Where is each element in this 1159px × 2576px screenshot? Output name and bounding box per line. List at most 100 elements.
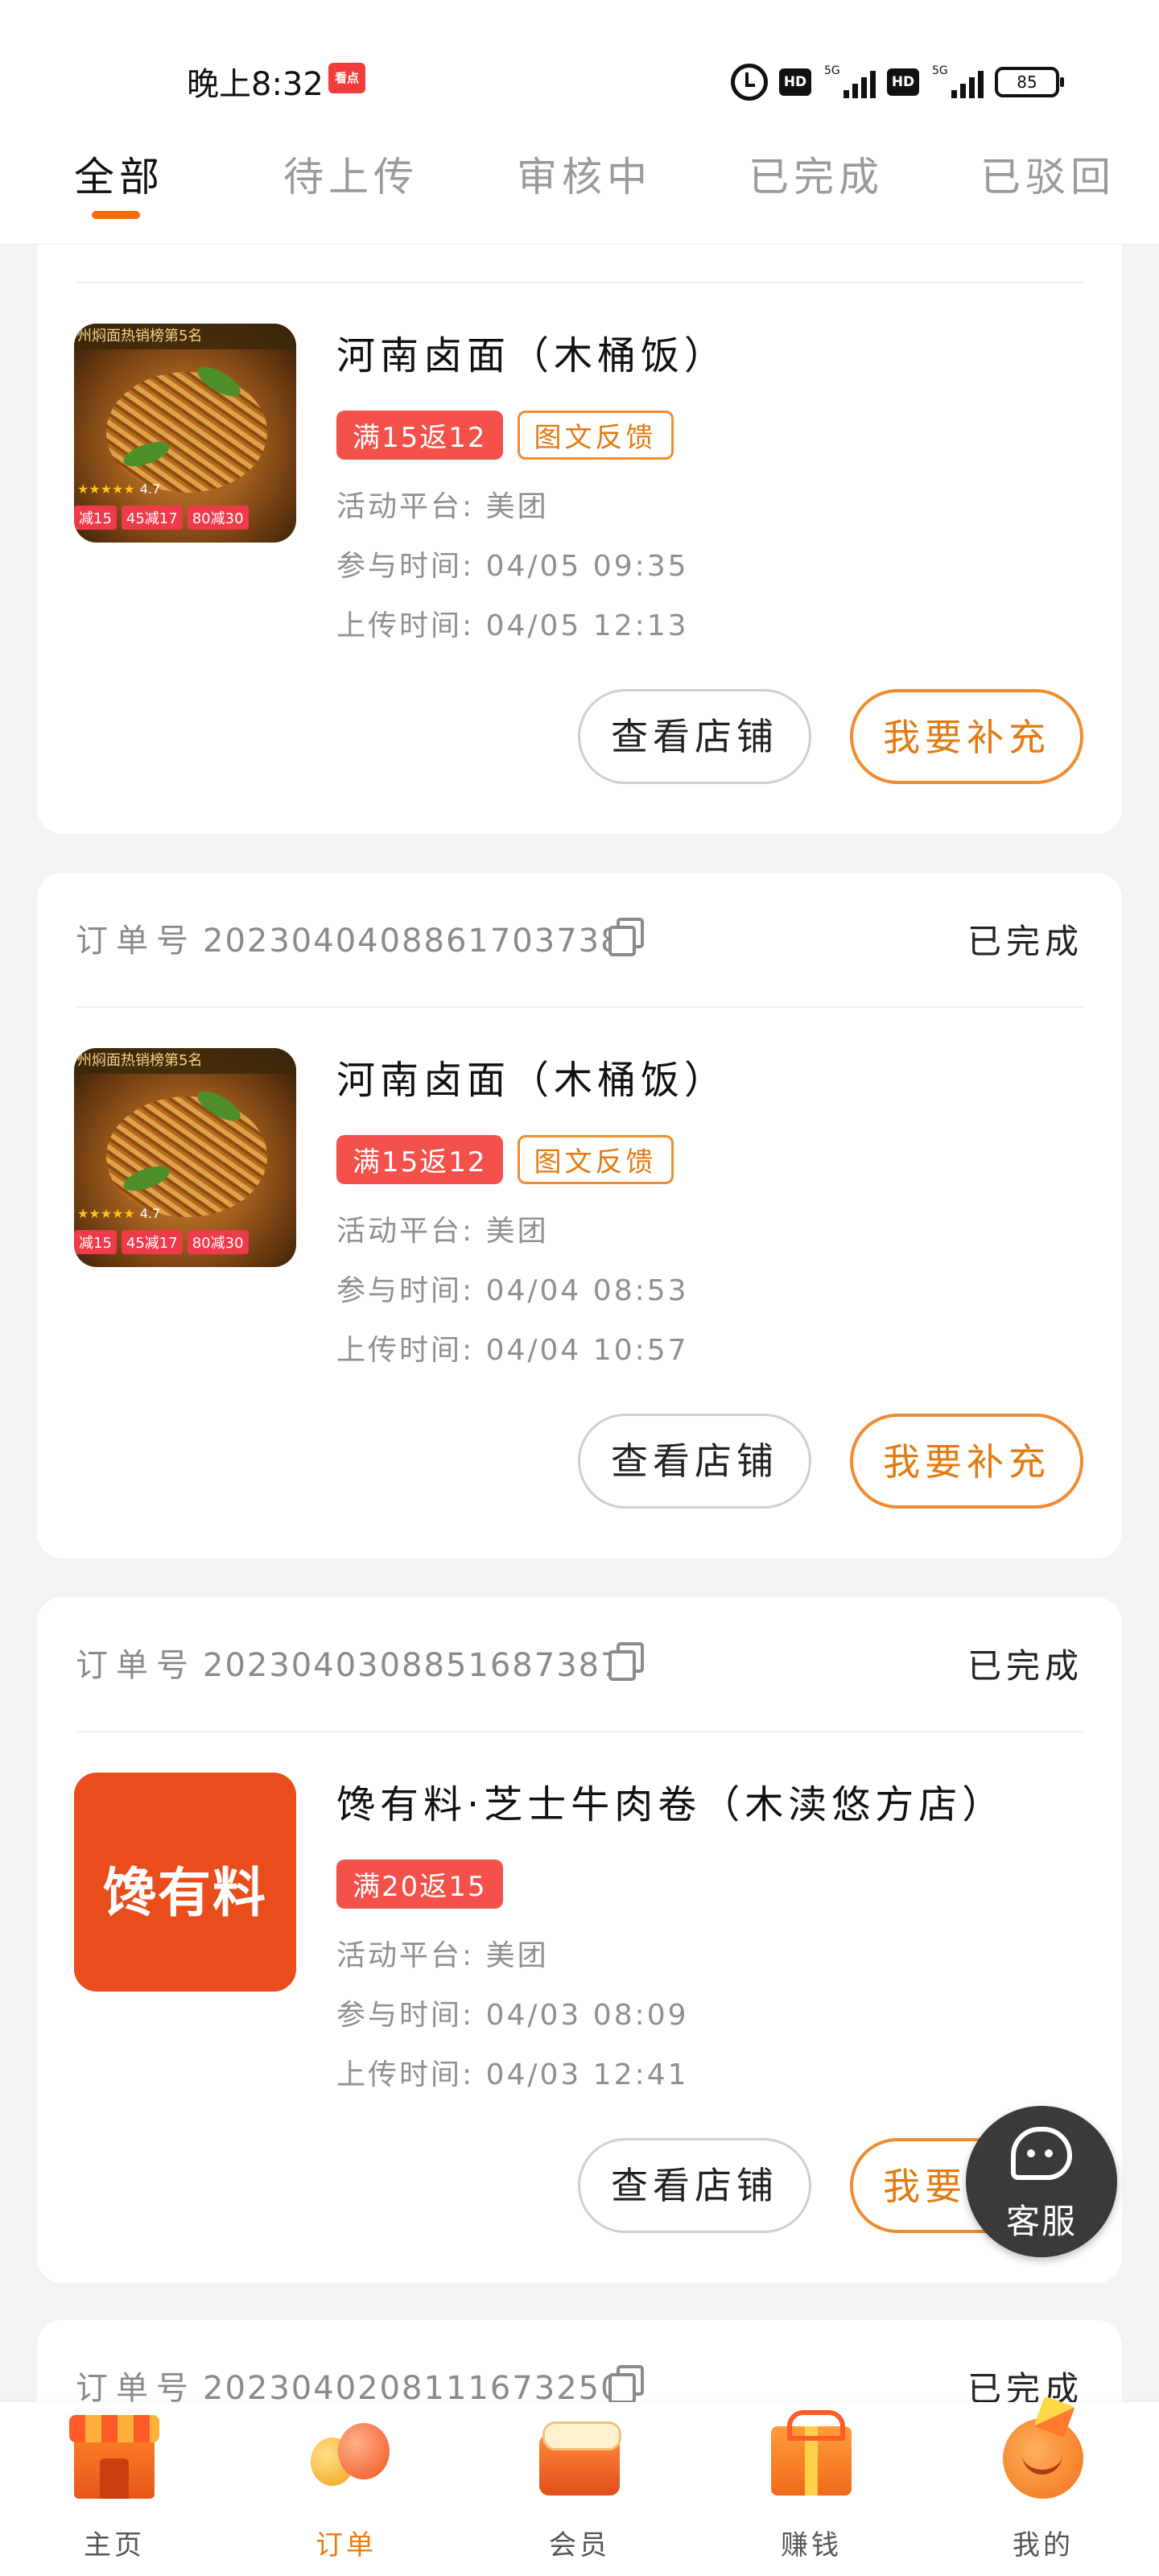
nav-earn[interactable]: 赚钱 — [747, 2402, 876, 2576]
card-divider — [76, 1006, 1083, 1008]
promo-badge: 45减17 — [121, 506, 183, 530]
platform-line: 活动平台: 美团 — [336, 1932, 549, 1974]
card-divider — [76, 1731, 1083, 1732]
brand-logo-text: 馋有料 — [103, 1862, 267, 1924]
view-store-button[interactable]: 查看店铺 — [578, 2138, 811, 2233]
shop-name[interactable]: 河南卤面（木桶饭） — [336, 1048, 728, 1104]
upload-time-label: 上传时间: — [336, 2058, 475, 2091]
order-number-value: 2023040308851687387 — [203, 1647, 623, 1684]
promo-badge: 减15 — [74, 506, 117, 530]
rating-value: 4.7 — [139, 1206, 161, 1221]
nav-label: 主页 — [84, 2529, 145, 2562]
app-notification-icon: 看点 — [328, 63, 365, 93]
join-time-label: 参与时间: — [336, 550, 475, 583]
rating-stars: ★★★★★ 4.7 — [77, 481, 161, 497]
supplement-button[interactable]: 我要补充 — [850, 689, 1083, 784]
rating-value: 4.7 — [139, 481, 161, 497]
supplement-button[interactable]: 我要补充 — [850, 1414, 1083, 1509]
platform-line: 活动平台: 美团 — [336, 1208, 549, 1249]
copy-icon[interactable] — [608, 1642, 644, 1681]
rank-banner: 州焖面热销榜第5名 — [74, 1048, 296, 1074]
promo-badge: 80减30 — [187, 506, 249, 530]
order-number-label: 订单号 — [76, 923, 196, 960]
order-number: 订单号 2023040308851687387 — [76, 1639, 623, 1686]
customer-service-button[interactable]: 客服 — [966, 2106, 1117, 2257]
tab-rejected[interactable]: 已驳回 — [980, 145, 1116, 203]
top-bar: 晚上8:32 看点 HD 5G HD 5G 85 全部 待上传 审核中 已完成 … — [0, 0, 1159, 245]
join-time-value: 04/04 08:53 — [485, 1274, 689, 1307]
join-time-value: 04/03 08:09 — [485, 1999, 689, 2032]
reward-tags: 满20返15 — [336, 1860, 503, 1909]
shop-name[interactable]: 河南卤面（木桶饭） — [336, 324, 728, 380]
view-store-button[interactable]: 查看店铺 — [578, 1414, 811, 1509]
platform-label: 活动平台: — [336, 490, 475, 523]
card-divider — [76, 282, 1083, 283]
shop-name[interactable]: 馋有料·芝士牛肉卷（木渎悠方店） — [336, 1773, 1005, 1829]
promo-badge: 减15 — [74, 1230, 117, 1254]
shop-thumbnail[interactable]: 馋有料 — [74, 1773, 296, 1992]
party-face-icon — [1003, 2418, 1083, 2499]
platform-label: 活动平台: — [336, 1939, 475, 1972]
tab-all[interactable]: 全部 — [74, 145, 164, 203]
battery-icon: 85 — [995, 67, 1064, 97]
bottom-navigation: 主页 订单 会员 赚钱 我的 — [0, 2402, 1159, 2576]
tab-completed[interactable]: 已完成 — [749, 145, 884, 203]
reward-tags: 满15返12 图文反馈 — [336, 1135, 674, 1184]
order-status: 已完成 — [967, 1646, 1083, 1686]
cake-icon — [539, 2421, 621, 2496]
tab-pending-upload[interactable]: 待上传 — [283, 145, 419, 203]
join-time-line: 参与时间: 04/04 08:53 — [336, 1267, 689, 1309]
shop-thumbnail[interactable]: 州焖面热销榜第5名 ★★★★★ 4.7 减15 45减17 80减30 — [74, 1048, 296, 1267]
network-type-label: 5G — [824, 64, 840, 77]
view-store-button[interactable]: 查看店铺 — [578, 689, 811, 784]
order-card: 订单号 2023040408861703738 已完成 州焖面热销榜第5名 ★★★… — [37, 873, 1122, 1558]
promo-badges: 减15 45减17 80减30 — [74, 506, 249, 530]
rebate-tag: 满15返12 — [336, 411, 503, 460]
rebate-tag: 满20返15 — [336, 1860, 503, 1909]
rank-banner: 州焖面热销榜第5名 — [74, 324, 296, 349]
chat-face-icon — [1011, 2127, 1072, 2180]
network-type-label: 5G — [932, 64, 948, 77]
nav-home[interactable]: 主页 — [50, 2402, 179, 2576]
rebate-tag: 满15返12 — [336, 1135, 503, 1184]
upload-time-line: 上传时间: 04/03 12:41 — [336, 2051, 689, 2093]
copy-icon[interactable] — [608, 2365, 644, 2404]
storefront-icon — [69, 2415, 159, 2499]
upload-time-value: 04/04 10:57 — [485, 1334, 689, 1367]
nav-label: 赚钱 — [781, 2529, 842, 2562]
join-time-value: 04/05 09:35 — [485, 550, 689, 583]
feedback-type-tag: 图文反馈 — [517, 1135, 674, 1184]
tab-under-review[interactable]: 审核中 — [517, 145, 652, 203]
upload-time-line: 上传时间: 04/04 10:57 — [336, 1327, 689, 1368]
shop-thumbnail[interactable]: 州焖面热销榜第5名 ★★★★★ 4.7 减15 45减17 80减30 — [74, 324, 296, 543]
promo-badges: 减15 45减17 80减30 — [74, 1230, 249, 1254]
status-time: 晚上8:32 — [187, 66, 324, 103]
join-time-label: 参与时间: — [336, 1999, 475, 2032]
signal-icon: 5G — [930, 64, 984, 98]
upload-time-value: 04/03 12:41 — [485, 2058, 689, 2091]
order-number-value: 2023040408861703738 — [203, 923, 623, 960]
feedback-type-tag: 图文反馈 — [517, 411, 674, 460]
nav-profile[interactable]: 我的 — [979, 2402, 1107, 2576]
order-status: 已完成 — [967, 922, 1083, 961]
platform-line: 活动平台: 美团 — [336, 483, 549, 525]
nav-label: 会员 — [549, 2529, 610, 2562]
status-bar: 晚上8:32 看点 HD 5G HD 5G 85 — [0, 50, 1159, 114]
alarm-icon — [731, 64, 768, 101]
upload-time-value: 04/05 12:13 — [485, 609, 689, 642]
upload-time-line: 上传时间: 04/05 12:13 — [336, 602, 689, 644]
order-card: 州焖面热销榜第5名 ★★★★★ 4.7 减15 45减17 80减30 河南卤面（… — [37, 201, 1122, 834]
upload-time-label: 上传时间: — [336, 609, 475, 642]
order-card: 订单号 2023040308851687387 已完成 馋有料 馋有料·芝士牛肉卷… — [37, 1597, 1122, 2283]
order-tabs: 全部 待上传 审核中 已完成 已驳回 — [0, 145, 1159, 225]
order-header: 订单号 2023040308851687387 已完成 — [76, 1639, 1083, 1687]
order-number-label: 订单号 — [76, 1647, 196, 1684]
platform-value: 美团 — [485, 1215, 549, 1248]
nav-membership[interactable]: 会员 — [515, 2402, 644, 2576]
order-header: 订单号 2023040408861703738 已完成 — [76, 914, 1083, 963]
hd-icon: HD — [887, 68, 919, 96]
nav-orders[interactable]: 订单 — [282, 2402, 410, 2576]
copy-icon[interactable] — [608, 918, 644, 956]
status-icons: HD 5G HD 5G 85 — [731, 58, 1064, 106]
gift-icon — [771, 2410, 852, 2496]
